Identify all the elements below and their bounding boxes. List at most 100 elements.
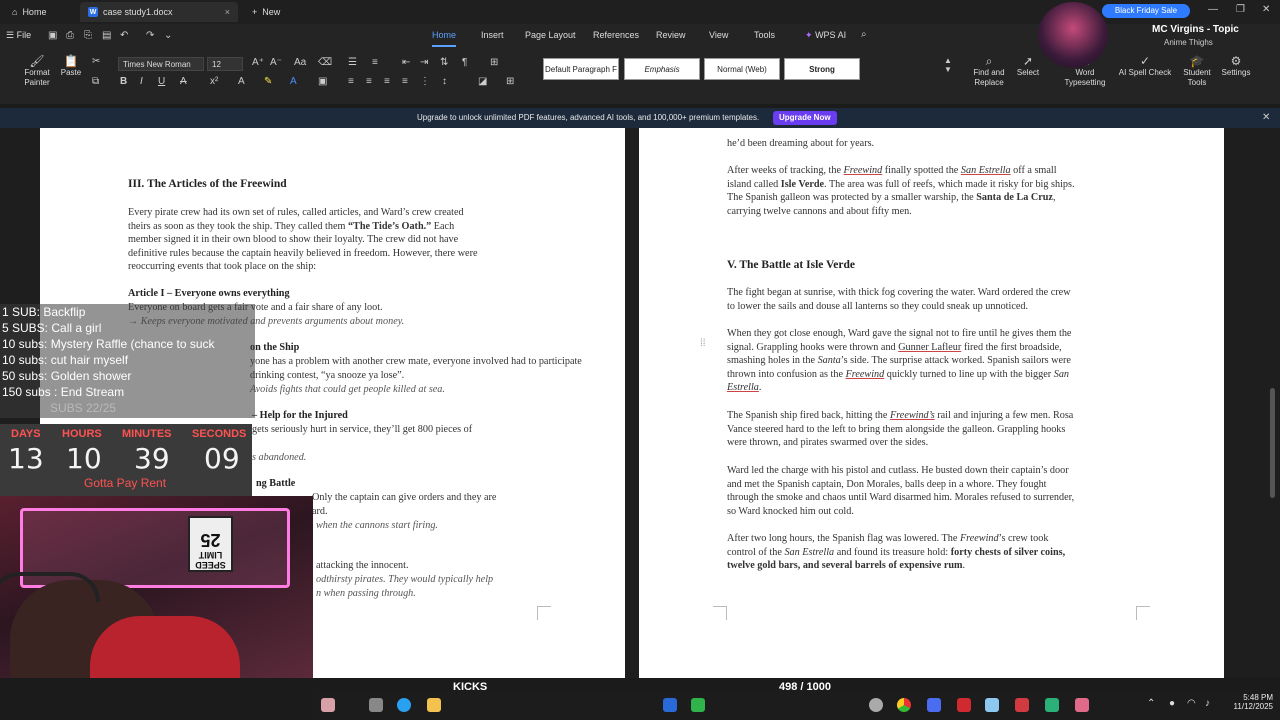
file-menu[interactable]: ☰ File <box>6 30 31 41</box>
line-spacing-icon[interactable]: ↕ <box>442 76 447 87</box>
tab-document[interactable]: W case study1.docx × <box>80 2 238 22</box>
strikethrough-icon[interactable]: A <box>180 76 187 87</box>
search-icon[interactable]: ⌕ <box>861 29 867 40</box>
superscript-icon[interactable]: x² <box>210 76 218 87</box>
paste-button[interactable]: 📋 Paste <box>56 55 86 78</box>
char-border-icon[interactable]: ▣ <box>318 76 327 87</box>
wps-writer-icon[interactable] <box>1015 698 1029 712</box>
headphones <box>0 572 100 602</box>
taskbar: ⌃ ● ◠ ♪ 5:48 PM 11/12/2025 <box>313 690 1280 720</box>
widgets-icon[interactable] <box>321 698 335 712</box>
align-right-icon[interactable]: ≡ <box>384 76 390 87</box>
numbering-icon[interactable]: ≡ <box>372 57 378 68</box>
sale-badge[interactable]: Black Friday Sale <box>1102 4 1190 18</box>
task-view-icon[interactable] <box>369 698 383 712</box>
increase-indent-icon[interactable]: ⇥ <box>420 57 428 68</box>
export-pdf-icon[interactable]: ⎙ <box>66 30 74 41</box>
close-banner-icon[interactable]: ✕ <box>1262 112 1270 123</box>
grow-font-icon[interactable]: A⁺ <box>252 57 264 68</box>
paragraph: After weeks of tracking, the Freewind fi… <box>727 164 1147 218</box>
sort-icon[interactable]: ⇅ <box>440 57 448 68</box>
style-default-paragraph[interactable]: Default Paragraph F <box>543 58 619 80</box>
shrink-font-icon[interactable]: A⁻ <box>270 57 282 68</box>
text-run: member signed it in their own blood to s… <box>128 234 459 246</box>
bold-icon[interactable]: B <box>120 76 127 87</box>
menu-insert[interactable]: Insert <box>481 30 504 40</box>
font-effect-icon[interactable]: A <box>238 76 245 87</box>
mic-icon[interactable]: ● <box>1169 698 1175 709</box>
style-normal-web[interactable]: Normal (Web) <box>704 58 780 80</box>
find-replace-button[interactable]: ⌕ Find and Replace <box>966 55 1012 88</box>
font-name-select[interactable]: Times New Roman <box>118 57 204 71</box>
minecraft-icon[interactable] <box>691 698 705 712</box>
app-icon[interactable] <box>663 698 677 712</box>
show-marks-icon[interactable]: ¶ <box>462 57 467 68</box>
close-icon[interactable]: × <box>225 7 230 17</box>
text-line: The Spanish ship fired back, hitting the… <box>727 409 1147 423</box>
wifi-icon[interactable]: ◠ <box>1187 698 1196 709</box>
format-painter-button[interactable]: 🖌 Format Painter <box>18 55 56 88</box>
style-emphasis[interactable]: Emphasis <box>624 58 700 80</box>
text-run: The fight began at sunrise, with thick f… <box>727 287 1071 298</box>
decrease-indent-icon[interactable]: ⇤ <box>402 57 410 68</box>
table-tools-icon[interactable]: ⊞ <box>490 57 498 68</box>
align-center-icon[interactable]: ≡ <box>366 76 372 87</box>
chrome-icon[interactable] <box>897 698 911 712</box>
clock[interactable]: 5:48 PM 11/12/2025 <box>1223 693 1273 711</box>
justify-icon[interactable]: ≡ <box>402 76 408 87</box>
align-left-icon[interactable]: ≡ <box>348 76 354 87</box>
text-run: San Estrella <box>960 165 1011 176</box>
right-page[interactable]: he’d been dreaming about for years. Afte… <box>639 128 1224 678</box>
upgrade-now-button[interactable]: Upgrade Now <box>773 111 837 125</box>
clear-format-icon[interactable]: ⌫ <box>318 57 332 68</box>
maps-icon[interactable] <box>957 698 971 712</box>
style-strong[interactable]: Strong <box>784 58 860 80</box>
shading-icon[interactable]: ◪ <box>478 76 487 87</box>
menu-tools[interactable]: Tools <box>754 30 775 40</box>
bullets-icon[interactable]: ☰ <box>348 57 357 68</box>
margin-corner <box>713 606 727 620</box>
tab-home[interactable]: ⌂ Home <box>4 2 54 22</box>
new-tab-button[interactable]: + New <box>244 2 288 22</box>
text-line: through the smoke and chaos until Ward d… <box>727 491 1147 505</box>
menu-home[interactable]: Home <box>432 30 457 47</box>
menu-wps-ai[interactable]: ✦ WPS AI <box>805 30 846 41</box>
text-run: After two long hours, the Spanish flag w… <box>727 533 960 544</box>
font-size-select[interactable]: 12 <box>207 57 243 71</box>
highlight-icon[interactable]: ✎ <box>264 76 272 87</box>
drag-handle-icon[interactable]: ⁞⁞ <box>700 338 706 349</box>
paragraph: After two long hours, the Spanish flag w… <box>727 532 1147 573</box>
text-line: so Ward knocked him out cold. <box>727 505 1147 519</box>
undo-icon[interactable]: ↶ <box>120 30 128 41</box>
copilot-icon[interactable] <box>397 698 411 712</box>
save-icon[interactable]: ▣ <box>48 30 57 41</box>
speedometer-icon[interactable] <box>869 698 883 712</box>
copy-icon[interactable]: ⧉ <box>92 76 99 87</box>
tray-chevron-icon[interactable]: ⌃ <box>1147 698 1155 709</box>
app-icon[interactable] <box>927 698 941 712</box>
menu-page-layout[interactable]: Page Layout <box>525 30 576 40</box>
styles-scroll-icon[interactable]: ▲ ▼ <box>944 56 952 74</box>
cut-icon[interactable]: ✂ <box>92 56 100 67</box>
print-preview-icon[interactable]: ▤ <box>102 30 111 41</box>
print-icon[interactable]: ⎘ <box>84 30 92 41</box>
app-icon[interactable] <box>1045 698 1059 712</box>
menu-references[interactable]: References <box>593 30 639 40</box>
font-color-icon[interactable]: A <box>290 76 297 87</box>
redo-icon[interactable]: ↷ <box>146 30 154 41</box>
borders-icon[interactable]: ⊞ <box>506 76 514 87</box>
text-run: Freewind <box>845 368 885 380</box>
article-title: – Help for the Injured <box>252 410 348 421</box>
vertical-scrollbar[interactable] <box>1270 388 1275 498</box>
italic-icon[interactable]: I <box>140 76 143 87</box>
change-case-icon[interactable]: Aa <box>294 57 306 68</box>
app-icon[interactable] <box>985 698 999 712</box>
menu-review[interactable]: Review <box>656 30 686 40</box>
menu-view[interactable]: View <box>709 30 728 40</box>
volume-icon[interactable]: ♪ <box>1205 698 1210 709</box>
wps-office-icon[interactable] <box>1075 698 1089 712</box>
distribute-icon[interactable]: ⋮ <box>420 76 430 87</box>
more-icon[interactable]: ⌄ <box>164 30 172 41</box>
underline-icon[interactable]: U <box>158 76 165 87</box>
file-explorer-icon[interactable] <box>427 698 441 712</box>
